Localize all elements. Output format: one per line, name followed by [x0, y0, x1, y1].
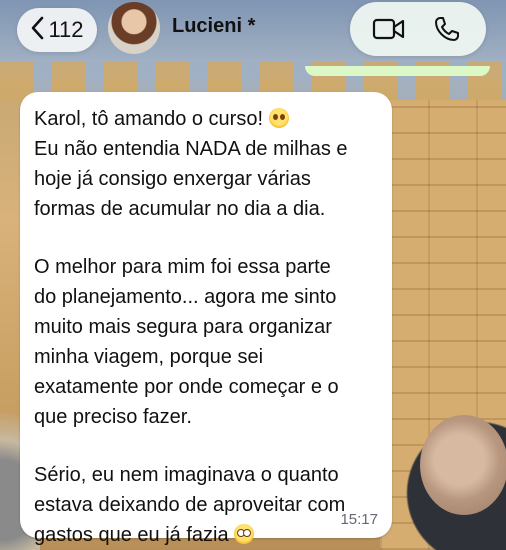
message-line: O melhor para mim foi essa parte — [34, 256, 331, 278]
message-line: exatamente por onde começar e o — [34, 376, 339, 398]
message-timestamp: 15:17 — [340, 511, 378, 528]
message-line: Karol, tô amando o curso! — [34, 108, 264, 130]
pleading-face-emoji — [268, 108, 289, 128]
message-line: hoje já consigo enxergar várias — [34, 168, 311, 190]
received-message-bubble[interactable]: Karol, tô amando o curso! Eu não entendi… — [20, 92, 392, 546]
chat-header: 112 Lucieni * — [0, 0, 506, 70]
message-line: minha viagem, porque sei — [34, 346, 264, 368]
call-actions — [350, 2, 486, 56]
message-line: formas de acumular no dia a dia. — [34, 198, 326, 220]
avatar[interactable] — [108, 2, 160, 54]
message-line: que preciso fazer. — [34, 406, 192, 428]
chevron-left-icon — [30, 16, 44, 45]
unread-count: 112 — [48, 17, 84, 42]
phone-icon[interactable] — [425, 7, 469, 51]
message-line: estava deixando de aproveitar com — [34, 494, 346, 516]
back-button[interactable]: 112 — [17, 8, 97, 52]
video-call-icon[interactable] — [367, 7, 411, 51]
message-line: Eu não entendia NADA de milhas e — [34, 138, 348, 160]
contact-name[interactable]: Lucieni * — [172, 15, 255, 38]
message-line: Sério, eu nem imaginava o quanto — [34, 464, 339, 486]
message-line: gastos que eu já fazia — [34, 524, 229, 546]
flushed-face-emoji — [234, 524, 255, 544]
message-line: do planejamento... agora me sinto — [34, 286, 337, 308]
wallpaper-fur-hood — [420, 415, 506, 515]
message-line: muito mais segura para organizar — [34, 316, 332, 338]
